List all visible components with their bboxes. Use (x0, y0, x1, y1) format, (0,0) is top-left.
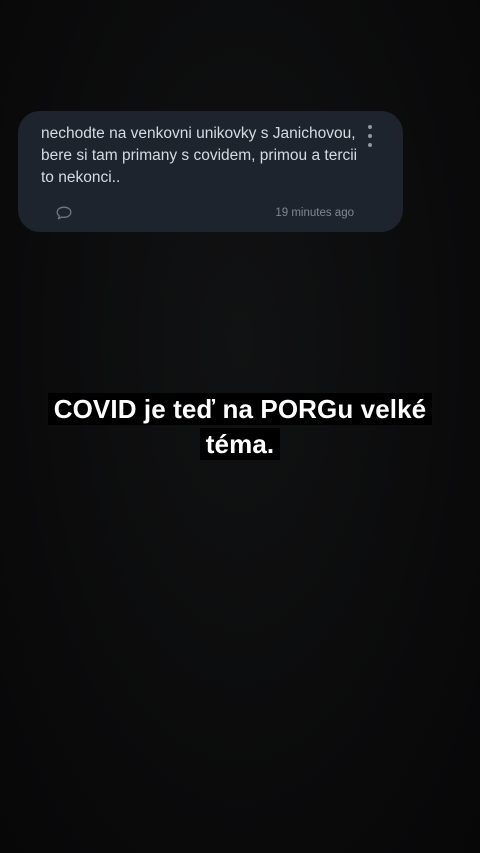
message-text: nechodte na venkovni unikovky s Janichov… (41, 125, 358, 186)
caption-overlay: COVID je teď na PORGu velké téma. (30, 392, 450, 462)
more-dot (368, 134, 372, 138)
caption-text: COVID je teď na PORGu velké téma. (47, 393, 433, 460)
more-vertical-icon[interactable] (365, 125, 375, 147)
comment-bubble-icon[interactable] (56, 206, 72, 220)
message-card: nechodte na venkovni unikovky s Janichov… (18, 111, 403, 232)
timestamp: 19 minutes ago (275, 207, 354, 219)
more-dot (368, 143, 372, 147)
more-dot (368, 125, 372, 129)
